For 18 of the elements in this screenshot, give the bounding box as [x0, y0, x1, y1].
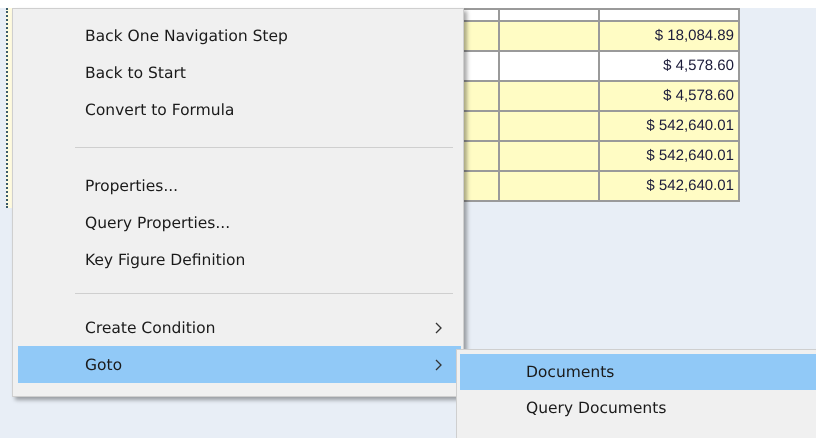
menu-item[interactable]: Properties...	[18, 167, 461, 204]
menu-item[interactable]: Convert to Formula	[18, 91, 461, 128]
table-cell: $ 18,084.89	[600, 22, 740, 50]
table-cell: $ 542,640.01	[600, 112, 740, 140]
table-cell: $ 542,640.01	[600, 172, 740, 200]
menu-item[interactable]: Query Properties...	[18, 204, 461, 241]
menu-item[interactable]: Key Figure Definition	[18, 241, 461, 278]
menu-item[interactable]: Create Condition	[18, 309, 461, 346]
table-cell: $ 4,578.60	[600, 52, 740, 80]
chevron-right-icon	[435, 358, 443, 370]
menu-item[interactable]: Goto	[18, 346, 461, 383]
table-cell: $ 542,640.01	[600, 142, 740, 170]
chevron-right-icon	[435, 322, 443, 334]
menu-item[interactable]: Query Documents	[460, 390, 816, 426]
table-cell: $ 4,578.60	[600, 82, 740, 110]
menu-item[interactable]: Back One Navigation Step	[18, 17, 461, 54]
menu-item[interactable]: Documents	[460, 354, 816, 390]
menu-item[interactable]: Back to Start	[18, 54, 461, 91]
